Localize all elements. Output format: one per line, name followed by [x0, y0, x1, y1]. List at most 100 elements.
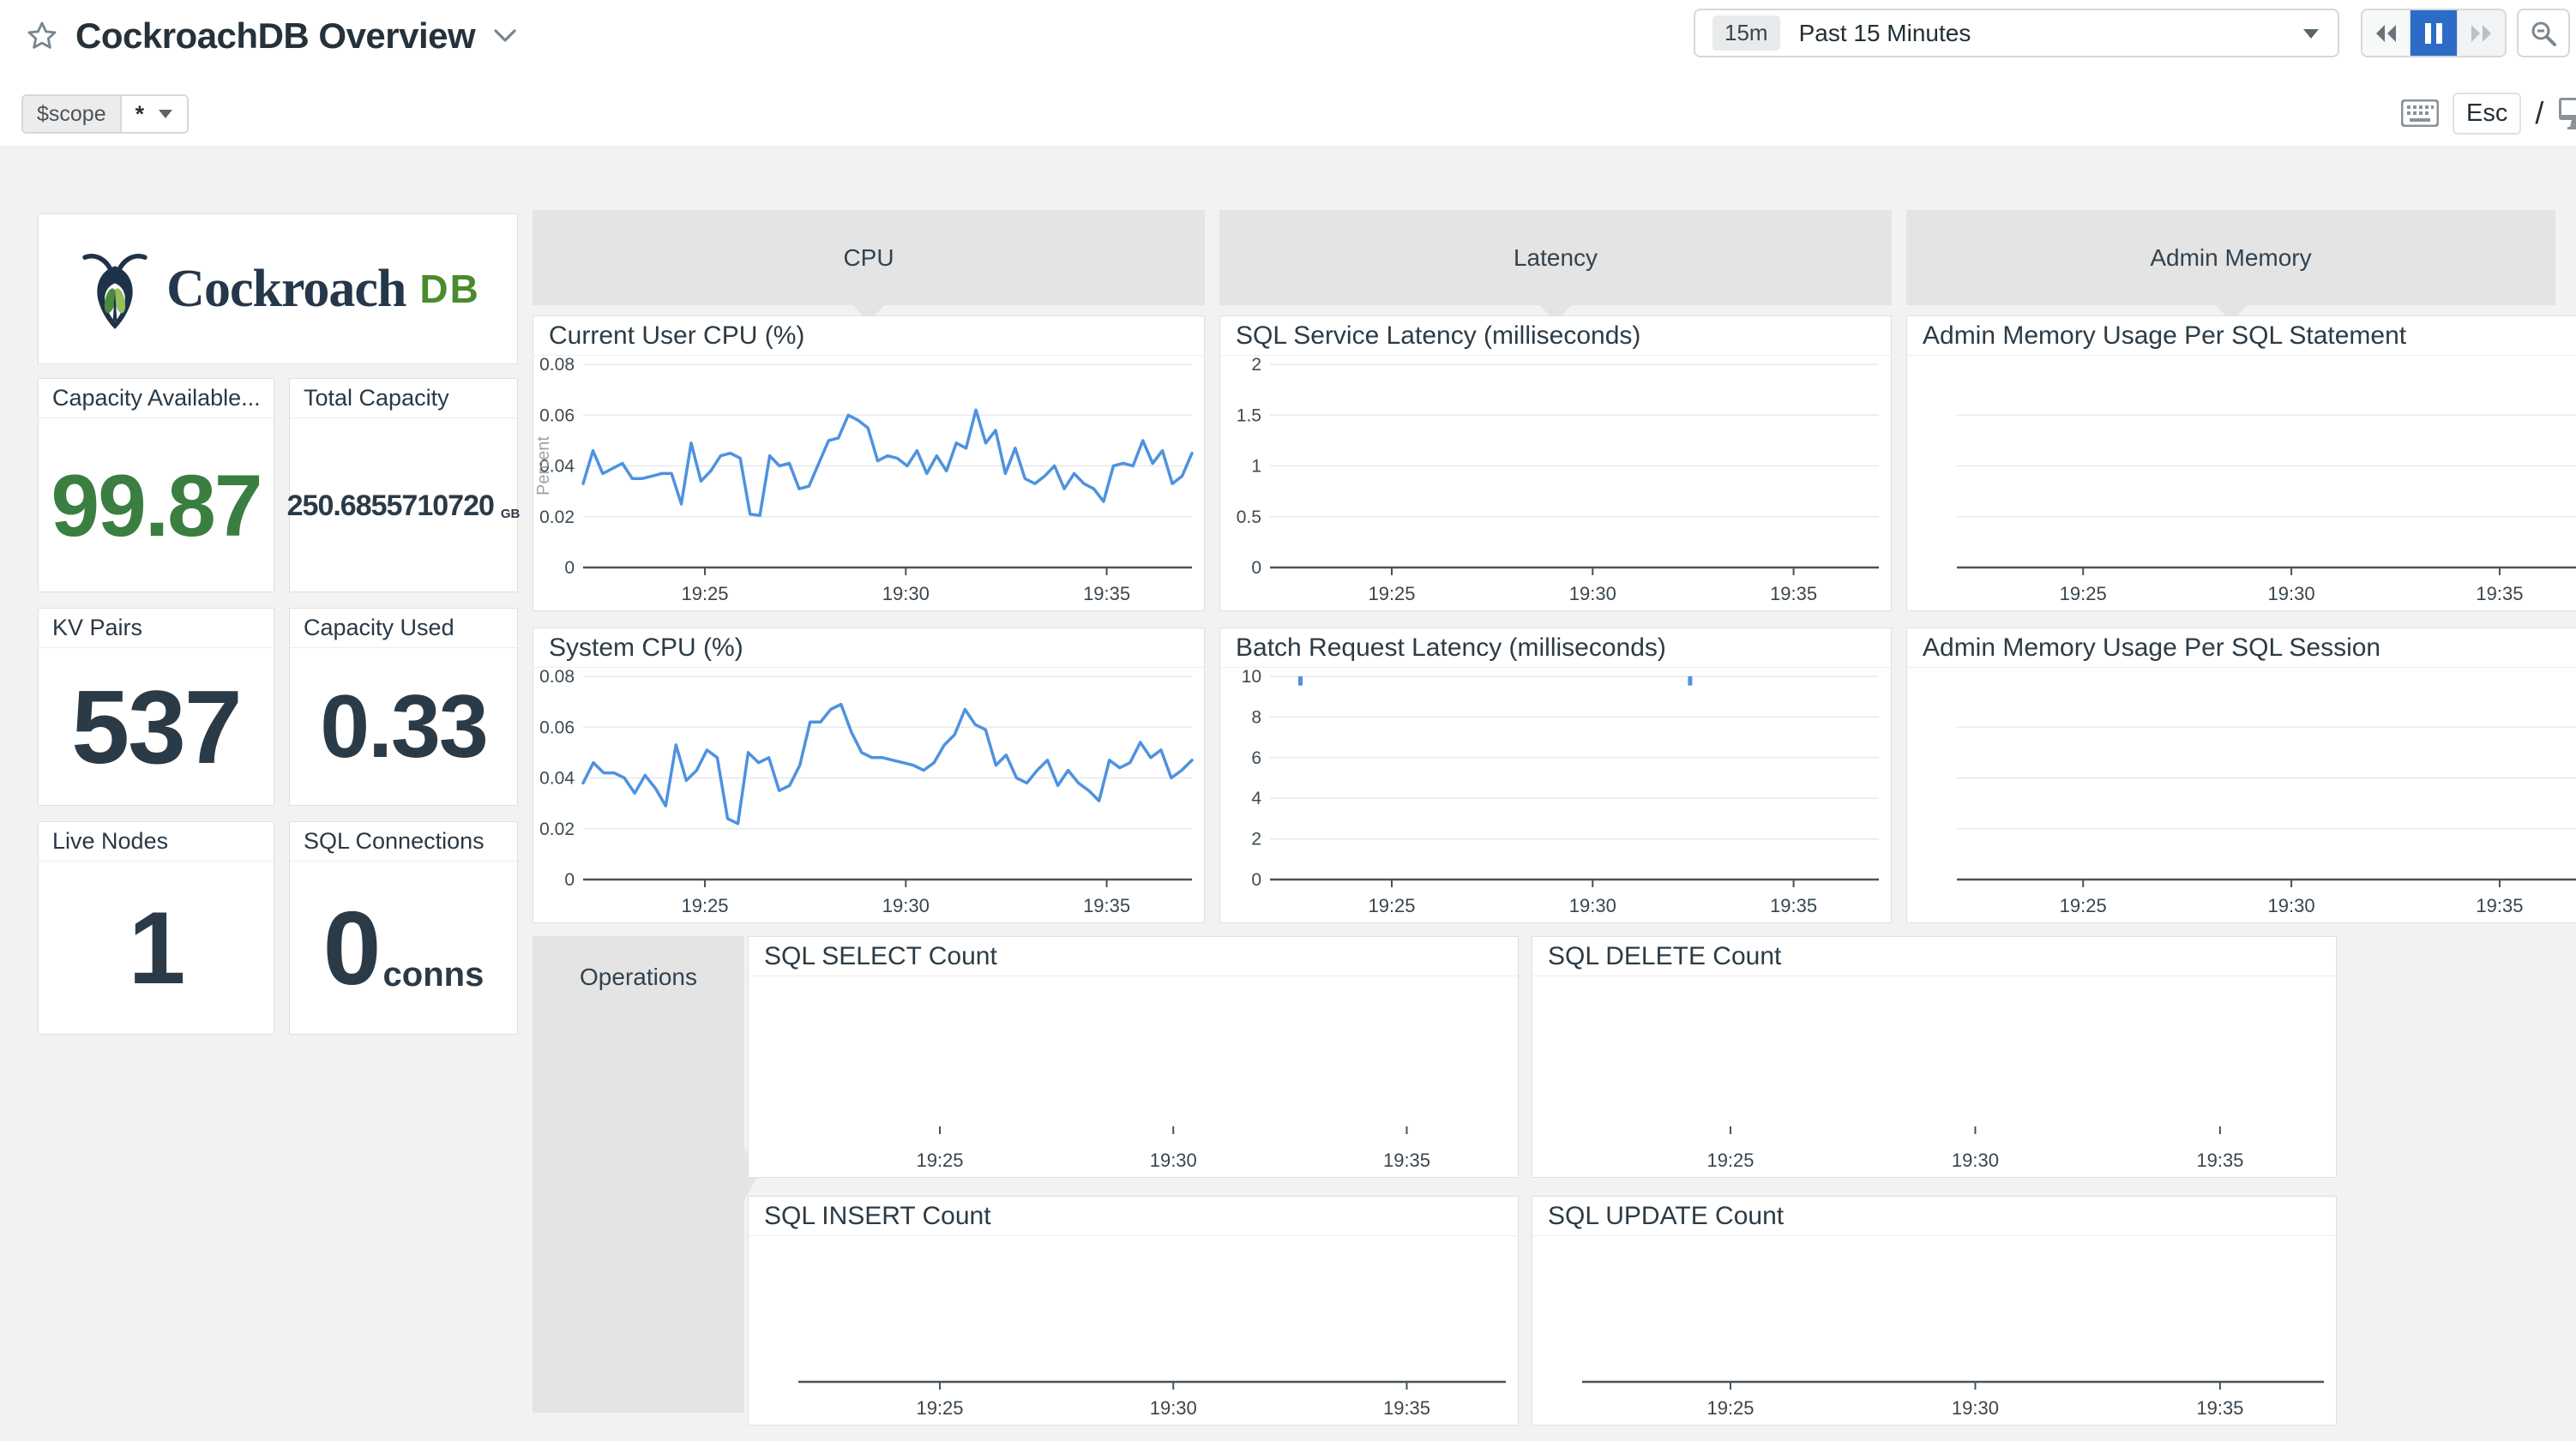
- pause-button[interactable]: [2410, 10, 2458, 56]
- stat-value: 99.87: [51, 462, 261, 549]
- svg-text:0: 0: [1251, 558, 1261, 578]
- page-title: CockroachDB Overview: [75, 15, 475, 57]
- chart-plot: 024681019:2519:3019:35: [1220, 669, 1891, 922]
- chart-sql-select-count[interactable]: SQL SELECT Count 19:2519:3019:35: [748, 936, 1519, 1178]
- tv-mode-icon[interactable]: [2557, 96, 2576, 130]
- svg-text:19:35: 19:35: [1770, 583, 1817, 604]
- template-variable-value: *: [135, 101, 145, 128]
- zoom-out-button[interactable]: [2517, 9, 2570, 57]
- playback-controls: [2361, 9, 2507, 57]
- svg-text:19:35: 19:35: [2196, 1150, 2243, 1171]
- svg-text:19:25: 19:25: [1706, 1397, 1754, 1419]
- svg-text:0: 0: [1251, 870, 1261, 890]
- svg-text:19:35: 19:35: [1383, 1150, 1430, 1171]
- stat-card-sql-connections[interactable]: SQL Connections 0conns: [289, 821, 518, 1035]
- stat-card-title: SQL Connections: [290, 822, 517, 862]
- svg-text:19:25: 19:25: [2060, 583, 2107, 604]
- cockroachdb-logo-card[interactable]: Cockroach DB: [38, 213, 518, 364]
- svg-text:6: 6: [1251, 748, 1261, 768]
- svg-text:2: 2: [1251, 357, 1261, 375]
- stat-value: 250.6855710720: [287, 491, 494, 520]
- template-variable-scope[interactable]: $scope *: [21, 94, 189, 134]
- group-header-operations[interactable]: Operations: [533, 936, 744, 1413]
- stat-card-title: Total Capacity: [290, 379, 517, 418]
- stat-unit: GB: [501, 507, 521, 520]
- chart-plot: 19:2519:3019:35: [1532, 1237, 2336, 1425]
- logo-suffix-text: DB: [419, 266, 479, 312]
- time-range-badge: 15m: [1712, 15, 1780, 51]
- chart-sql-delete-count[interactable]: SQL DELETE Count 19:2519:3019:35: [1532, 936, 2337, 1178]
- chart-plot: 19:2519:3019:35: [1532, 977, 2336, 1177]
- time-range-selector[interactable]: 15m Past 15 Minutes: [1694, 9, 2339, 57]
- chart-admin-memory-per-statement[interactable]: Admin Memory Usage Per SQL Statement 19:…: [1906, 315, 2576, 611]
- group-header-admin-memory[interactable]: Admin Memory: [1906, 210, 2555, 305]
- template-variable-value-dropdown[interactable]: *: [122, 96, 188, 132]
- svg-text:19:30: 19:30: [1569, 583, 1616, 604]
- chart-sql-update-count[interactable]: SQL UPDATE Count 19:2519:3019:35: [1532, 1196, 2337, 1426]
- stat-card-title: KV Pairs: [39, 609, 274, 648]
- stat-card-live-nodes[interactable]: Live Nodes 1: [38, 821, 274, 1035]
- svg-text:0.08: 0.08: [539, 669, 575, 687]
- svg-text:0.02: 0.02: [539, 820, 575, 839]
- stat-card-capacity-available[interactable]: Capacity Available... 99.87: [38, 378, 274, 592]
- stat-card-total-capacity[interactable]: Total Capacity 250.6855710720 GB: [289, 378, 518, 592]
- group-title: Latency: [1514, 244, 1598, 272]
- cockroachdb-bug-icon: [75, 244, 154, 333]
- chart-title: SQL Service Latency (milliseconds): [1220, 316, 1891, 356]
- svg-text:19:35: 19:35: [2196, 1397, 2243, 1419]
- title-menu-chevron-icon[interactable]: [492, 27, 518, 45]
- svg-text:0: 0: [564, 870, 575, 890]
- group-title: Operations: [533, 936, 744, 991]
- chart-title: Current User CPU (%): [533, 316, 1204, 356]
- svg-text:19:35: 19:35: [1083, 583, 1130, 604]
- chart-admin-memory-per-session[interactable]: Admin Memory Usage Per SQL Session 19:25…: [1906, 627, 2576, 923]
- zoom-out-icon: [2529, 19, 2558, 48]
- chart-batch-request-latency[interactable]: Batch Request Latency (milliseconds) 024…: [1219, 627, 1892, 923]
- chart-title: Admin Memory Usage Per SQL Statement: [1907, 316, 2576, 356]
- svg-text:19:30: 19:30: [1952, 1150, 1999, 1171]
- chart-sql-service-latency[interactable]: SQL Service Latency (milliseconds) 00.51…: [1219, 315, 1892, 611]
- chart-sql-insert-count[interactable]: SQL INSERT Count 19:2519:3019:35: [748, 1196, 1519, 1426]
- stat-card-kv-pairs[interactable]: KV Pairs 537: [38, 608, 274, 806]
- logo-brand-text: Cockroach: [166, 259, 406, 320]
- svg-text:0: 0: [564, 558, 575, 578]
- svg-text:0.06: 0.06: [539, 717, 575, 737]
- chart-current-user-cpu[interactable]: Current User CPU (%) 00.020.040.060.0819…: [533, 315, 1205, 611]
- time-range-label: Past 15 Minutes: [1799, 20, 2302, 47]
- favorite-star-icon[interactable]: [26, 20, 58, 52]
- group-header-cpu[interactable]: CPU: [533, 210, 1205, 305]
- svg-text:19:25: 19:25: [1368, 895, 1415, 916]
- svg-text:19:35: 19:35: [1083, 895, 1130, 916]
- svg-text:8: 8: [1251, 707, 1261, 727]
- chart-plot: 19:2519:3019:35: [749, 1237, 1518, 1425]
- group-title: Admin Memory: [2150, 244, 2311, 272]
- svg-text:1.5: 1.5: [1237, 405, 1261, 425]
- svg-text:19:30: 19:30: [1569, 895, 1616, 916]
- stat-value: 0: [323, 896, 380, 1000]
- svg-text:19:35: 19:35: [1383, 1397, 1430, 1419]
- chart-plot: 19:2519:3019:35: [749, 977, 1518, 1177]
- time-range-caret-icon: [2302, 27, 2320, 39]
- chart-title: Admin Memory Usage Per SQL Session: [1907, 628, 2576, 668]
- template-variable-name: $scope: [23, 96, 122, 132]
- svg-text:0.08: 0.08: [539, 357, 575, 375]
- group-header-latency[interactable]: Latency: [1219, 210, 1892, 305]
- chart-system-cpu[interactable]: System CPU (%) 00.020.040.060.0819:2519:…: [533, 627, 1205, 923]
- svg-text:19:30: 19:30: [2268, 895, 2315, 916]
- stat-unit: conns: [383, 958, 485, 992]
- rewind-button[interactable]: [2362, 10, 2410, 56]
- chart-title: Batch Request Latency (milliseconds): [1220, 628, 1891, 668]
- stat-card-capacity-used[interactable]: Capacity Used 0.33: [289, 608, 518, 806]
- stat-value: 1: [129, 897, 184, 1000]
- svg-text:10: 10: [1242, 669, 1261, 687]
- svg-text:Percent: Percent: [534, 436, 553, 495]
- chart-plot: 00.020.040.060.0819:2519:3019:35Percent: [533, 357, 1204, 610]
- keyboard-icon[interactable]: [2401, 99, 2439, 127]
- chart-title: SQL SELECT Count: [749, 937, 1518, 976]
- fast-forward-button[interactable]: [2457, 10, 2505, 56]
- svg-text:0.02: 0.02: [539, 507, 575, 527]
- chart-plot: 00.020.040.060.0819:2519:3019:35: [533, 669, 1204, 922]
- svg-text:2: 2: [1251, 830, 1261, 850]
- chart-title: SQL INSERT Count: [749, 1197, 1518, 1236]
- svg-text:19:25: 19:25: [2060, 895, 2107, 916]
